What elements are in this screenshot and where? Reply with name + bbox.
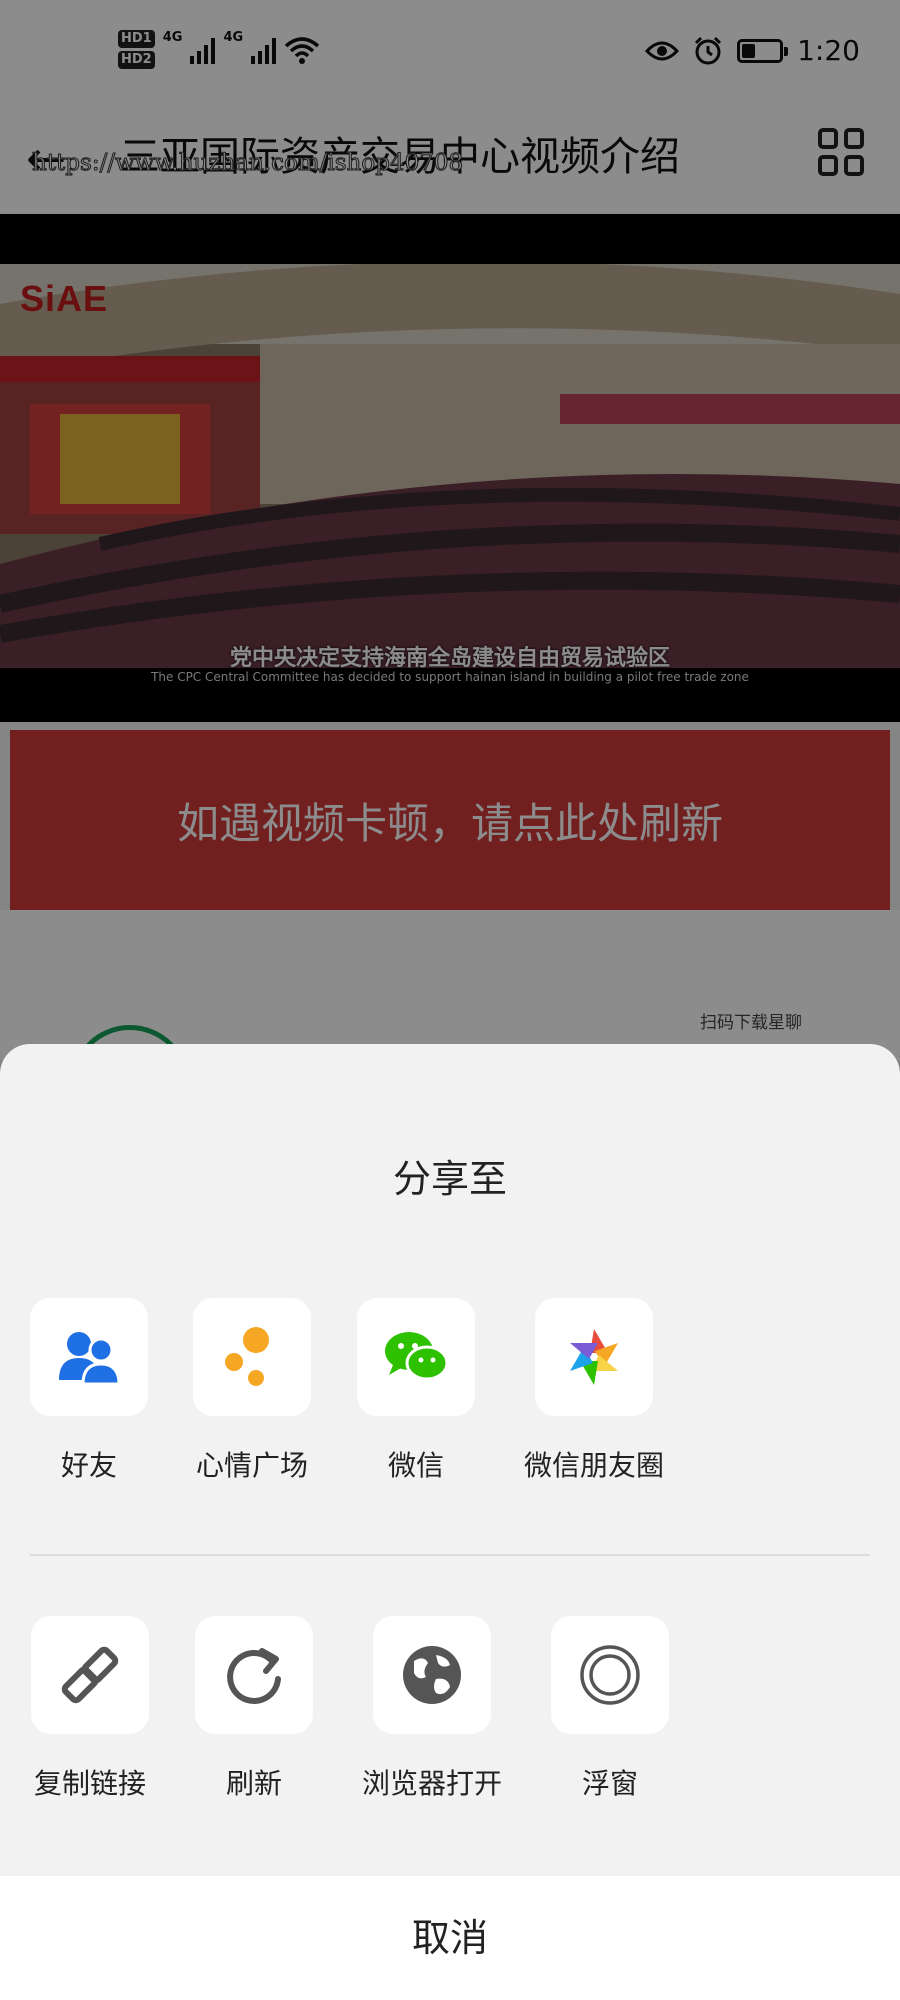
share-copy-link[interactable]: 复制链接 [0, 1616, 180, 1802]
share-label: 微信 [387, 1449, 444, 1482]
share-label: 刷新 [225, 1767, 282, 1800]
share-label: 浏览器打开 [361, 1767, 502, 1800]
share-friends[interactable]: 好友 [0, 1298, 179, 1484]
share-sheet-title: 分享至 [392, 1157, 507, 1201]
share-label: 好友 [60, 1449, 117, 1482]
share-open-browser[interactable]: 浏览器打开 [342, 1616, 522, 1802]
cancel-button[interactable]: 取消 [0, 1876, 900, 2000]
friends-icon[interactable] [30, 1298, 148, 1416]
share-wechat-moments[interactable]: 微信朋友圈 [504, 1298, 684, 1484]
share-sheet: 分享至 好友 心情广场 微信 微信朋友圈 复制链接 刷新 浏览器打开 浮窗 取消 [0, 1044, 900, 2000]
mood-square-icon[interactable] [193, 1298, 311, 1416]
share-label: 浮窗 [581, 1767, 638, 1800]
share-label: 复制链接 [33, 1767, 146, 1800]
share-wechat[interactable]: 微信 [326, 1298, 506, 1484]
floating-window-icon[interactable] [551, 1616, 669, 1734]
share-mood-square[interactable]: 心情广场 [162, 1298, 342, 1484]
share-refresh[interactable]: 刷新 [164, 1616, 344, 1802]
refresh-icon[interactable] [195, 1616, 313, 1734]
copy-link-icon[interactable] [31, 1616, 149, 1734]
share-floating-window[interactable]: 浮窗 [520, 1616, 700, 1802]
share-sheet-divider [30, 1554, 870, 1556]
share-label: 微信朋友圈 [523, 1449, 664, 1482]
share-label: 心情广场 [195, 1449, 308, 1482]
browser-icon[interactable] [373, 1616, 491, 1734]
wechat-icon[interactable] [357, 1298, 475, 1416]
wechat-moments-icon[interactable] [535, 1298, 653, 1416]
